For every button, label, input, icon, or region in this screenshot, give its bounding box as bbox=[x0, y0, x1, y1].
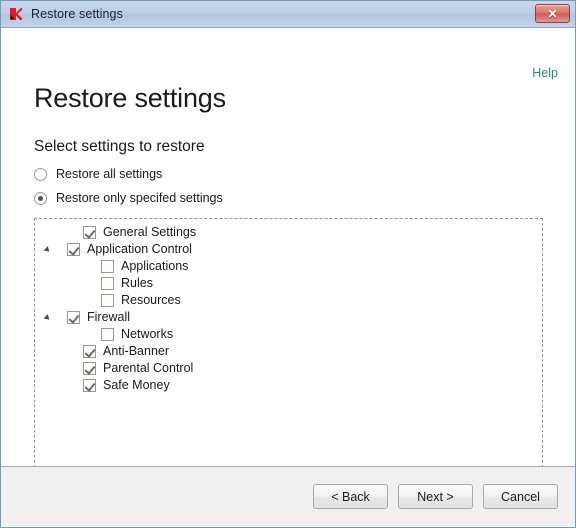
tree-item[interactable]: General Settings bbox=[35, 224, 542, 241]
tree-item[interactable]: Application Control bbox=[35, 241, 542, 258]
section-title: Select settings to restore bbox=[34, 138, 205, 155]
checkbox-unchecked[interactable] bbox=[101, 328, 114, 341]
checkbox-checked[interactable] bbox=[67, 243, 80, 256]
next-button[interactable]: Next > bbox=[398, 484, 473, 509]
tree-item-label: Networks bbox=[121, 327, 174, 342]
tree-twisty-placeholder bbox=[41, 225, 57, 241]
tree-item[interactable]: Anti-Banner bbox=[35, 343, 542, 360]
radio-mark-selected bbox=[34, 191, 47, 205]
checkbox-checked[interactable] bbox=[83, 379, 96, 392]
tree-item[interactable]: Firewall bbox=[35, 309, 542, 326]
tree-item[interactable]: Networks bbox=[35, 326, 542, 343]
checkbox-unchecked[interactable] bbox=[101, 260, 114, 273]
tree-item[interactable]: Parental Control bbox=[35, 360, 542, 377]
tree-item-label: Application Control bbox=[87, 242, 192, 257]
tree-twisty-placeholder bbox=[41, 276, 57, 292]
footer-button-bar: < Back Next > Cancel bbox=[1, 466, 575, 526]
tree-twisty-placeholder bbox=[41, 259, 57, 275]
radio-restore-all-settings[interactable]: Restore all settings bbox=[34, 167, 162, 181]
tree-item-label: General Settings bbox=[103, 225, 197, 240]
wizard-content: Help Restore settings Select settings to… bbox=[1, 28, 575, 468]
radio-mark-unselected bbox=[34, 167, 47, 181]
close-button[interactable]: ✕ bbox=[535, 4, 570, 23]
tree-item-label: Parental Control bbox=[103, 361, 194, 376]
radio-label: Restore all settings bbox=[56, 167, 163, 181]
checkbox-checked[interactable] bbox=[67, 311, 80, 324]
tree-item-label: Rules bbox=[121, 276, 153, 291]
tree-twisty-placeholder bbox=[41, 344, 57, 360]
restore-settings-window: Restore settings ✕ Help Restore settings… bbox=[0, 0, 576, 528]
radio-label: Restore only specifed settings bbox=[56, 191, 223, 205]
tree-item[interactable]: Resources bbox=[35, 292, 542, 309]
kaspersky-logo-icon bbox=[8, 6, 24, 22]
tree-twisty-placeholder bbox=[41, 293, 57, 309]
tree-item-label: Firewall bbox=[87, 310, 131, 325]
tree-item-label: Resources bbox=[121, 293, 181, 308]
tree-item-label: Safe Money bbox=[103, 378, 170, 393]
chevron-expanded-icon[interactable] bbox=[41, 242, 57, 258]
title-bar: Restore settings ✕ bbox=[1, 1, 575, 28]
back-button[interactable]: < Back bbox=[313, 484, 388, 509]
tree-item[interactable]: Safe Money bbox=[35, 377, 542, 394]
cancel-button[interactable]: Cancel bbox=[483, 484, 558, 509]
help-link[interactable]: Help bbox=[532, 66, 558, 80]
tree-twisty-placeholder bbox=[41, 327, 57, 343]
radio-restore-specified-settings[interactable]: Restore only specifed settings bbox=[34, 191, 223, 205]
checkbox-unchecked[interactable] bbox=[101, 294, 114, 307]
page-title: Restore settings bbox=[34, 83, 226, 113]
settings-tree-panel[interactable]: General Settings Application Control App… bbox=[34, 218, 543, 468]
checkbox-checked[interactable] bbox=[83, 362, 96, 375]
checkbox-checked[interactable] bbox=[83, 345, 96, 358]
checkbox-checked[interactable] bbox=[83, 226, 96, 239]
tree-twisty-placeholder bbox=[41, 378, 57, 394]
tree-item-label: Anti-Banner bbox=[103, 344, 170, 359]
window-title: Restore settings bbox=[31, 7, 123, 21]
tree-item[interactable]: Rules bbox=[35, 275, 542, 292]
close-icon: ✕ bbox=[547, 6, 558, 21]
tree-twisty-placeholder bbox=[41, 361, 57, 377]
tree-item[interactable]: Applications bbox=[35, 258, 542, 275]
tree-item-label: Applications bbox=[121, 259, 189, 274]
chevron-expanded-icon[interactable] bbox=[41, 310, 57, 326]
checkbox-unchecked[interactable] bbox=[101, 277, 114, 290]
